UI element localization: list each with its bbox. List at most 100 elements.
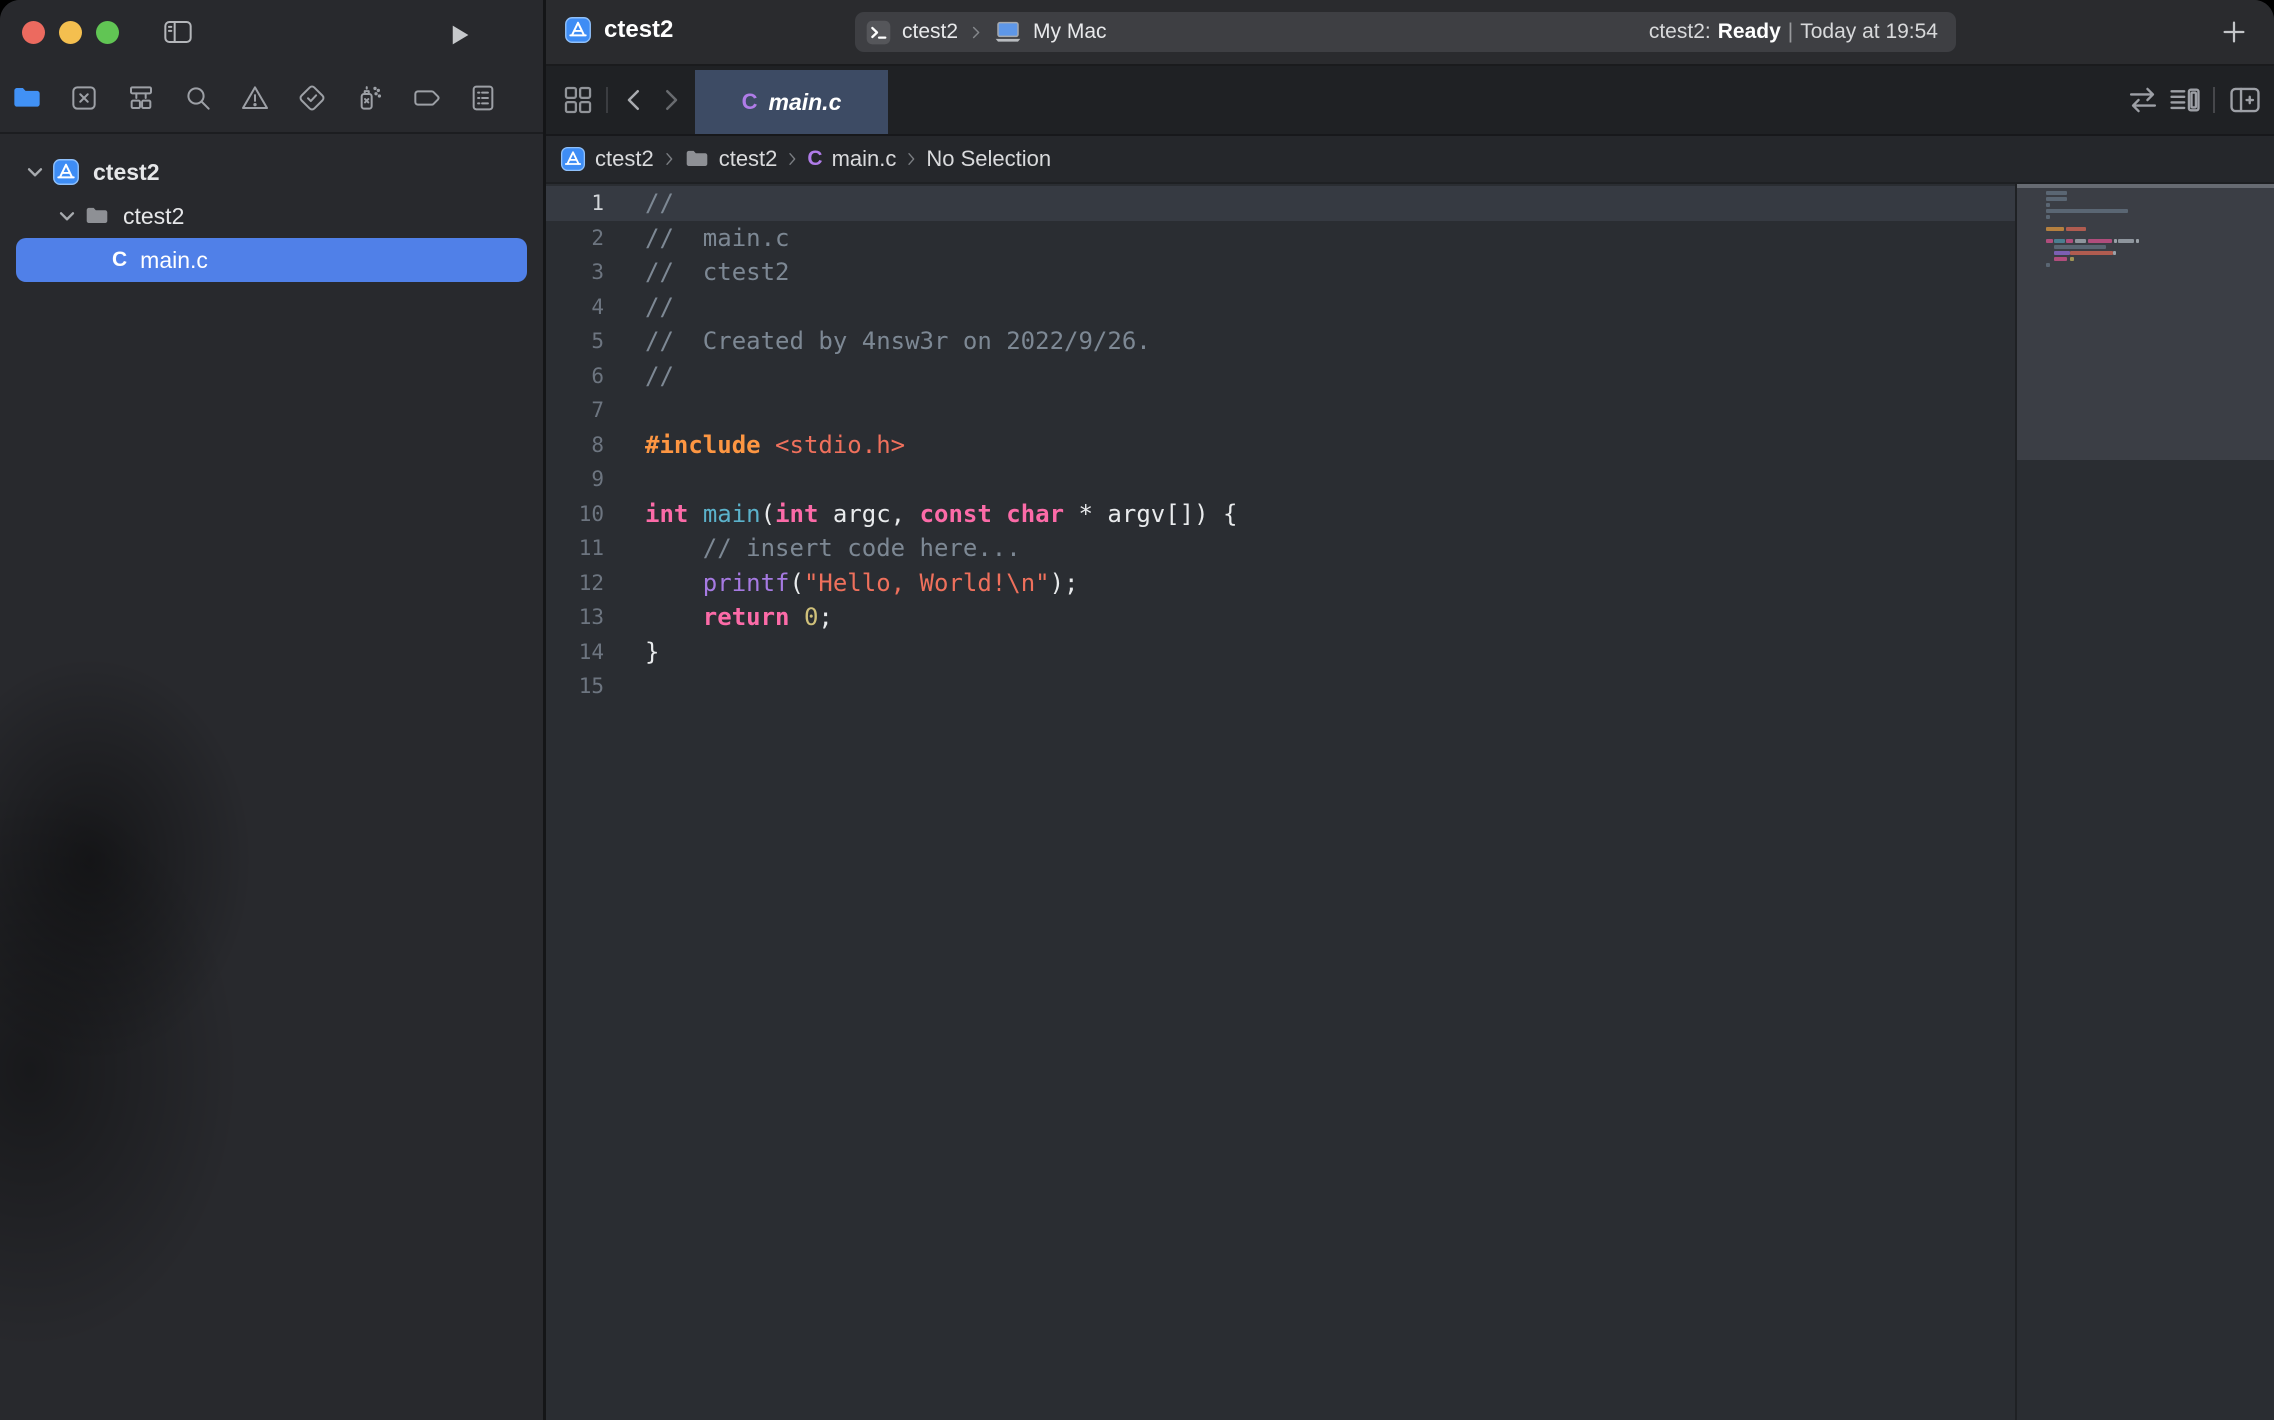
- line-number: 11: [546, 531, 604, 566]
- jumpbar-label: ctest2: [719, 146, 778, 172]
- minimap-line-segment: [2118, 239, 2134, 243]
- jumpbar-item-2[interactable]: ctest2: [684, 146, 778, 172]
- project-navigator-icon[interactable]: [9, 80, 45, 116]
- code-text: return 0;: [604, 600, 833, 635]
- xcode-project-icon: [560, 146, 586, 172]
- token-number: 0: [804, 603, 818, 631]
- status-divider: |: [1788, 20, 1793, 44]
- minimap-line-segment: [2136, 239, 2139, 243]
- traffic-lights: [22, 21, 119, 44]
- code-text: [604, 462, 645, 497]
- c-file-icon: C: [112, 248, 127, 272]
- jumpbar-item-3[interactable]: Cmain.c: [807, 146, 896, 172]
- line-number: 8: [546, 428, 604, 463]
- tree-row-ctest2[interactable]: ctest2: [16, 150, 527, 194]
- chevron-down-icon[interactable]: [22, 159, 48, 185]
- project-navigator-tree: ctest2ctest2Cmain.c: [0, 150, 543, 282]
- tree-row-main-c[interactable]: Cmain.c: [16, 238, 527, 282]
- tree-row-ctest2[interactable]: ctest2: [16, 194, 527, 238]
- tab-overview-button[interactable]: [561, 83, 595, 117]
- token-comment: // main.c: [645, 224, 790, 252]
- run-button[interactable]: [444, 20, 474, 50]
- toolbar: ctest2 ctest2 My Mac ctest2: Ready | Tod…: [546, 0, 2274, 66]
- status-time: Today at 19:54: [1800, 20, 1938, 44]
- line-number: 9: [546, 462, 604, 497]
- editor-options-button[interactable]: [2166, 81, 2204, 119]
- token-keyword: const: [920, 500, 992, 528]
- token-plain: [761, 431, 775, 459]
- folder-icon: [684, 146, 710, 172]
- minimap-line-segment: [2046, 209, 2128, 213]
- xcode-window: ctest2ctest2Cmain.c ctest2 ctest2 My Mac: [0, 0, 2274, 1420]
- minimize-button[interactable]: [59, 21, 82, 44]
- debug-navigator-icon[interactable]: [351, 80, 387, 116]
- code-review-button[interactable]: [2124, 81, 2162, 119]
- line-number: 6: [546, 359, 604, 394]
- add-library-button[interactable]: [2219, 17, 2249, 47]
- c-file-icon: C: [742, 89, 758, 115]
- code-text: #include <stdio.h>: [604, 428, 905, 463]
- zoom-button[interactable]: [96, 21, 119, 44]
- code-text: //: [604, 290, 674, 325]
- token-plain: * argv[]) {: [1064, 500, 1237, 528]
- token-plain: [645, 569, 703, 597]
- status-project: ctest2:: [1649, 20, 1711, 44]
- line-number: 4: [546, 290, 604, 325]
- scheme-selector[interactable]: ctest2 My Mac: [855, 17, 1107, 47]
- token-keyword: char: [1006, 500, 1064, 528]
- close-button[interactable]: [22, 21, 45, 44]
- token-plain: }: [645, 638, 659, 666]
- sidebar-toggle-icon[interactable]: [158, 16, 198, 48]
- issue-navigator-icon[interactable]: [237, 80, 273, 116]
- token-comment: //: [645, 189, 674, 217]
- scheme-target[interactable]: ctest2: [902, 20, 958, 44]
- minimap-line-segment: [2046, 227, 2064, 231]
- token-keyword: return: [703, 603, 790, 631]
- code-text: [604, 669, 645, 704]
- back-button[interactable]: [619, 85, 649, 115]
- tab-main-c[interactable]: C main.c: [695, 70, 888, 134]
- jumpbar-label: main.c: [832, 146, 897, 172]
- chevron-right-icon: [903, 151, 919, 167]
- breakpoint-navigator-icon[interactable]: [408, 80, 444, 116]
- minimap-line-segment: [2070, 251, 2113, 255]
- c-file-icon: C: [807, 147, 822, 171]
- status-state: Ready: [1718, 20, 1781, 44]
- code-editor[interactable]: 1//2// main.c3// ctest24//5// Created by…: [546, 184, 2274, 1420]
- token-comment: // Created by 4nsw3r on 2022/9/26.: [645, 327, 1151, 355]
- xcode-project-icon: [564, 16, 592, 44]
- test-navigator-icon[interactable]: [294, 80, 330, 116]
- code-text: //: [604, 186, 674, 221]
- line-number: 1: [546, 186, 604, 221]
- line-number: 3: [546, 255, 604, 290]
- minimap-line-segment: [2046, 191, 2067, 195]
- line-number: 13: [546, 600, 604, 635]
- symbol-navigator-icon[interactable]: [123, 80, 159, 116]
- window-title: ctest2: [604, 16, 673, 44]
- minimap-line-segment: [2070, 257, 2074, 261]
- source-control-navigator-icon[interactable]: [66, 80, 102, 116]
- activity-status[interactable]: ctest2: Ready | Today at 19:54: [1649, 20, 1956, 44]
- chevron-down-icon[interactable]: [54, 203, 80, 229]
- jumpbar-item-1[interactable]: ctest2: [560, 146, 654, 172]
- line-number: 7: [546, 393, 604, 428]
- divider: [606, 87, 608, 113]
- token-plain: [688, 500, 702, 528]
- scheme-destination[interactable]: My Mac: [1033, 20, 1107, 44]
- jumpbar-item-4[interactable]: No Selection: [926, 146, 1051, 172]
- minimap-line-segment: [2113, 251, 2116, 255]
- minimap[interactable]: [2015, 184, 2274, 1420]
- jumpbar-label: No Selection: [926, 146, 1051, 172]
- token-string: "Hello, World!\n": [804, 569, 1050, 597]
- token-comment: //: [645, 362, 674, 390]
- line-number: 15: [546, 669, 604, 704]
- find-navigator-icon[interactable]: [180, 80, 216, 116]
- token-keyword: int: [645, 500, 688, 528]
- add-editor-button[interactable]: [2226, 81, 2264, 119]
- minimap-line-segment: [2054, 239, 2065, 243]
- token-comment: //: [645, 293, 674, 321]
- minimap-line-segment: [2066, 239, 2073, 243]
- forward-button[interactable]: [656, 85, 686, 115]
- report-navigator-icon[interactable]: [465, 80, 501, 116]
- code-text: printf("Hello, World!\n");: [604, 566, 1079, 601]
